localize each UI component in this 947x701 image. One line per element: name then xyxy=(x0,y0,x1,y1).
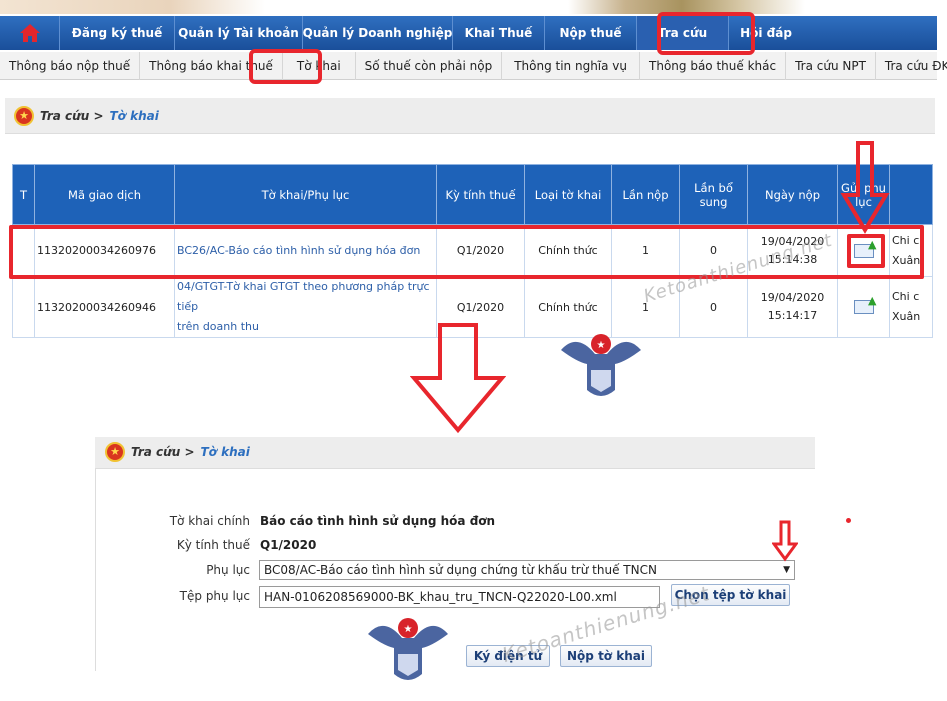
submit-time-value: 15:14:17 xyxy=(767,309,818,322)
subnav-item-obligation-info[interactable]: Thông tin nghĩa vụ xyxy=(502,51,641,80)
nav-item-account-management[interactable]: Quản lý Tài khoản xyxy=(175,16,303,50)
table-header: Loại tờ khai xyxy=(524,164,612,225)
subnav-item-tax-outstanding[interactable]: Số thuế còn phải nộp xyxy=(356,51,503,80)
national-emblem-icon xyxy=(105,442,125,462)
header-banner xyxy=(0,0,947,14)
table-header: Tờ khai/Phụ lục xyxy=(174,164,437,225)
sub-nav: Thông báo nộp thuế Thông báo khai thuế T… xyxy=(0,51,947,80)
form-breadcrumb-current[interactable]: Tờ khai xyxy=(201,445,250,459)
table-header-row: T Mã giao dịch Tờ khai/Phụ lục Kỳ tính t… xyxy=(12,164,933,225)
nav-item-pay-tax[interactable]: Nộp thuế xyxy=(545,16,637,50)
home-icon xyxy=(19,24,40,42)
submit-date-value: 19/04/2020 xyxy=(760,291,825,304)
breadcrumb: Tra cứu > Tờ khai xyxy=(14,106,159,126)
nav-item-declare-tax[interactable]: Khai Thuế xyxy=(453,16,545,50)
declaration-link-line1[interactable]: 04/GTGT-Tờ khai GTGT theo phương pháp tr… xyxy=(177,280,430,313)
transaction-code: 11320200034260946 xyxy=(34,276,175,338)
nav-item-register-tax[interactable]: Đăng ký thuế xyxy=(60,16,175,50)
company-logo-emblem: ★ xyxy=(561,334,641,396)
table-header: Kỳ tính thuế xyxy=(436,164,525,225)
nav-item-business-management[interactable]: Quản lý Doanh nghiệp xyxy=(303,16,453,50)
appendix-file-label: Tệp phụ lục xyxy=(179,589,250,603)
red-dot xyxy=(846,518,851,523)
subnav-item-lookup-npt[interactable]: Tra cứu NPT xyxy=(786,51,876,80)
main-nav: Đăng ký thuế Quản lý Tài khoản Quản lý D… xyxy=(0,16,937,50)
red-down-arrow-icon xyxy=(840,141,890,234)
appendix-select-value: BC08/AC-Báo cáo tình hình sử dụng chứng … xyxy=(264,563,657,577)
send-appendix-cell xyxy=(837,276,890,338)
upload-appendix-icon[interactable] xyxy=(853,294,876,314)
national-emblem-icon xyxy=(14,106,34,126)
form-breadcrumb: Tra cứu > Tờ khai xyxy=(105,442,250,462)
company-logo-emblem: ★ xyxy=(368,618,448,680)
table-header: Ngày nộp xyxy=(747,164,838,225)
breadcrumb-parent[interactable]: Tra cứu > xyxy=(40,109,104,123)
tax-period-value: Q1/2020 xyxy=(260,538,317,552)
declaration-link-line2[interactable]: trên doanh thu xyxy=(177,320,259,333)
highlight-upload-icon xyxy=(847,234,885,268)
svg-text:★: ★ xyxy=(597,340,606,351)
appendix-file-input[interactable]: HAN-0106208569000-BK_khau_tru_TNCN-Q2202… xyxy=(259,586,660,608)
table-header: Lần nộp xyxy=(611,164,680,225)
small-red-down-arrow-icon xyxy=(772,520,798,562)
tax-office-line1: Chi c xyxy=(892,290,920,303)
submit-declaration-button[interactable]: Nộp tờ khai xyxy=(560,645,652,667)
highlight-lookup-tab xyxy=(657,12,755,55)
table-header: Mã giao dịch xyxy=(34,164,175,225)
appendix-select[interactable]: BC08/AC-Báo cáo tình hình sử dụng chứng … xyxy=(259,560,795,580)
home-button[interactable] xyxy=(0,16,60,50)
subnav-item-lookup-dkt[interactable]: Tra cứu ĐKT xyxy=(876,52,947,80)
declaration-link[interactable]: 04/GTGT-Tờ khai GTGT theo phương pháp tr… xyxy=(174,276,437,338)
appendix-label: Phụ lục xyxy=(206,563,250,577)
breadcrumb-current[interactable]: Tờ khai xyxy=(110,109,159,123)
subnav-item-payment-notice[interactable]: Thông báo nộp thuế xyxy=(0,51,141,80)
dropdown-arrow-icon[interactable]: ▼ xyxy=(783,561,790,579)
tax-period-label: Kỳ tính thuế xyxy=(176,538,250,552)
table-header: Lần bổ sung xyxy=(679,164,748,225)
form-breadcrumb-parent[interactable]: Tra cứu > xyxy=(131,445,195,459)
main-declaration-label: Tờ khai chính xyxy=(169,514,250,528)
main-declaration-value: Báo cáo tình hình sử dụng hóa đơn xyxy=(260,514,496,528)
table-header: T xyxy=(12,164,35,225)
tax-office-line2: Xuân xyxy=(892,310,921,323)
highlight-declaration-subtab xyxy=(249,49,322,84)
svg-text:★: ★ xyxy=(404,624,413,635)
big-down-arrow-icon xyxy=(410,323,506,434)
submit-date: 19/04/2020 15:14:17 xyxy=(747,276,838,338)
table-header xyxy=(889,164,933,225)
form-panel-border xyxy=(95,469,96,671)
subnav-item-other-tax-notice[interactable]: Thông báo thuế khác xyxy=(640,51,787,80)
tax-office: Chi c Xuân xyxy=(889,276,933,338)
